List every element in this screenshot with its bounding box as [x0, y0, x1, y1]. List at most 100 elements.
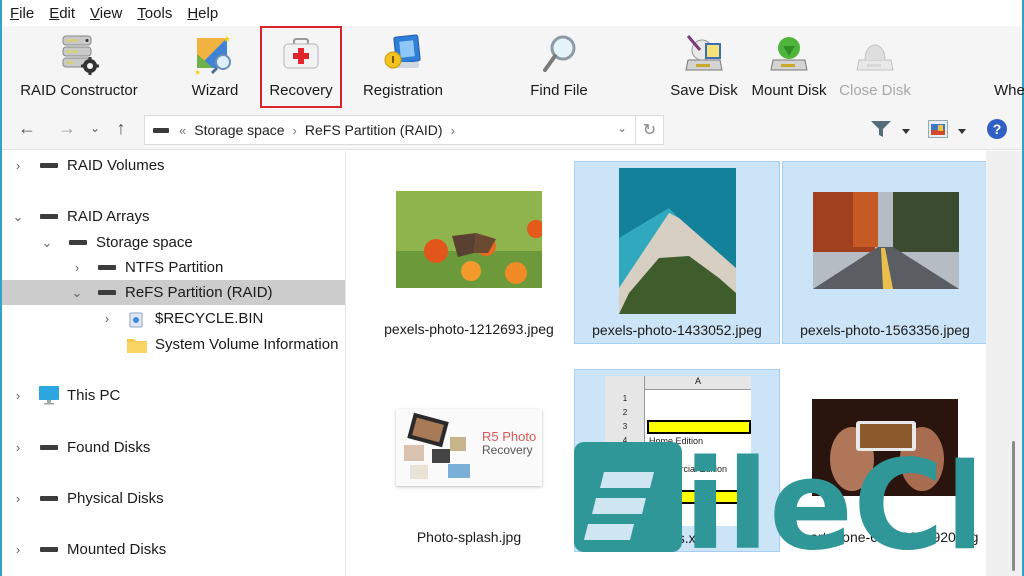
tree-label: This PC — [67, 387, 121, 404]
vertical-scrollbar[interactable] — [986, 151, 1022, 576]
wizard-label: Wizard — [191, 82, 239, 99]
chevron-right-icon[interactable]: › — [10, 542, 26, 557]
tree-item-refs-partition[interactable]: ⌄ ReFS Partition (RAID) — [2, 280, 345, 305]
recovery-label: Recovery — [269, 82, 333, 99]
wizard-button[interactable]: ★ ★ Wizard — [184, 28, 246, 106]
view-tools: ? — [870, 118, 1008, 145]
tree-label: Mounted Disks — [67, 541, 167, 558]
raid-constructor-button[interactable]: RAID Constructor — [16, 28, 142, 106]
tree-item-recycle-bin[interactable]: › $RECYCLE.BIN — [2, 306, 345, 331]
tree-label: RAID Arrays — [67, 208, 150, 225]
address-bar[interactable]: « Storage space › ReFS Partition (RAID) … — [144, 115, 664, 145]
view-mode-dropdown-icon[interactable] — [958, 129, 966, 134]
tree-item-raid-volumes[interactable]: › RAID Volumes — [2, 153, 345, 178]
computer-icon — [38, 385, 60, 410]
file-name: Photo-splash.jpg — [416, 529, 522, 545]
truncated-toolbar-label: Whe — [994, 82, 1024, 99]
file-item[interactable]: smartphone-623722_1920.jpg — [782, 369, 988, 552]
up-arrow-icon[interactable]: ↑ — [110, 118, 132, 139]
tree-item-mounted-disks[interactable]: › Mounted Disks — [2, 537, 345, 562]
menu-edit[interactable]: Edit — [49, 5, 75, 22]
scrollbar-thumb[interactable] — [1012, 441, 1015, 571]
tree-item-raid-arrays[interactable]: ⌄ RAID Arrays — [2, 204, 345, 229]
chevron-right-icon[interactable]: › — [69, 260, 85, 275]
tree-item-system-volume-information[interactable]: System Volume Information — [2, 332, 345, 357]
chevron-right-icon[interactable]: › — [99, 311, 115, 326]
thumbnail-butterfly — [396, 191, 542, 288]
chevron-right-icon[interactable]: › — [10, 491, 26, 506]
address-dropdown-icon[interactable]: ⌄ — [617, 121, 627, 135]
chevron-down-icon[interactable]: ⌄ — [39, 235, 55, 251]
refresh-icon[interactable]: ↻ — [635, 116, 663, 144]
breadcrumb-separator[interactable]: › — [451, 123, 455, 138]
breadcrumb-storage-space[interactable]: Storage space — [194, 122, 284, 138]
recycle-bin-icon — [128, 310, 144, 333]
menu-tools[interactable]: Tools — [137, 5, 172, 22]
find-file-button[interactable]: Find File — [522, 28, 596, 106]
file-item[interactable]: pexels-photo-1212693.jpeg — [366, 161, 572, 344]
drive-icon — [40, 445, 58, 450]
drive-icon — [98, 265, 116, 270]
truncated-toolbar-button[interactable]: Whe — [994, 28, 1024, 106]
tree-label: Storage space — [96, 234, 193, 251]
thumbnail-smartphone — [812, 399, 958, 496]
tree-item-found-disks[interactable]: › Found Disks — [2, 435, 345, 460]
svg-text:?: ? — [993, 121, 1002, 137]
drive-icon — [40, 496, 58, 501]
sheet-cell: …dition — [649, 450, 680, 460]
back-arrow-icon[interactable]: ← — [16, 118, 38, 139]
mount-disk-button[interactable]: Mount Disk — [748, 28, 830, 106]
file-item[interactable]: pexels-photo-1563356.jpeg — [782, 161, 988, 344]
drive-icon — [98, 290, 116, 295]
filter-icon[interactable] — [870, 119, 892, 144]
overflow-chevron[interactable]: « — [179, 123, 186, 138]
tree-label: NTFS Partition — [125, 259, 224, 276]
history-chevron-down-icon[interactable]: ⌄ — [84, 121, 106, 135]
help-icon[interactable]: ? — [986, 118, 1008, 145]
splash-subtitle: Recovery — [482, 443, 533, 457]
chevron-down-icon[interactable]: ⌄ — [10, 209, 26, 225]
tree-item-physical-disks[interactable]: › Physical Disks — [2, 486, 345, 511]
forward-arrow-icon[interactable]: → — [56, 118, 78, 139]
breadcrumb-separator[interactable]: › — [293, 123, 297, 138]
menu-file[interactable]: File — [10, 5, 34, 22]
file-item[interactable]: R5 Photo Recovery Photo-splash.jpg — [366, 369, 572, 552]
splash-title: R5 Photo — [482, 429, 537, 444]
tree-item-this-pc[interactable]: › This PC — [2, 383, 345, 408]
registration-icon — [381, 32, 425, 76]
chevron-right-icon[interactable]: › — [10, 440, 26, 455]
save-disk-button[interactable]: Save Disk — [670, 28, 738, 106]
chevron-down-icon[interactable]: ⌄ — [69, 285, 85, 301]
file-name: …rices.xlsx — [641, 530, 713, 546]
highlighted-cell — [647, 490, 751, 504]
registration-button[interactable]: Registration — [358, 28, 448, 106]
close-disk-label: Close Disk — [839, 82, 911, 99]
filter-dropdown-icon[interactable] — [902, 129, 910, 134]
file-name: smartphone-623722_1920.jpg — [791, 529, 979, 545]
tree-label: $RECYCLE.BIN — [155, 310, 264, 327]
drive-icon — [40, 547, 58, 552]
menu-help[interactable]: Help — [187, 5, 218, 22]
sheet-cell: …dition — [649, 506, 680, 516]
chevron-right-icon[interactable]: › — [10, 388, 26, 403]
close-disk-button[interactable]: Close Disk — [838, 28, 912, 106]
tree-label: ReFS Partition (RAID) — [125, 284, 273, 301]
tree-label: Physical Disks — [67, 490, 164, 507]
tree-item-storage-space[interactable]: ⌄ Storage space — [2, 230, 345, 255]
menu-bar: File Edit View Tools Help — [2, 0, 1022, 26]
file-item[interactable]: A 123456789 Home Edition …dition Commerc… — [574, 369, 780, 552]
tree-item-ntfs-partition[interactable]: › NTFS Partition — [2, 255, 345, 280]
raid-constructor-icon — [57, 32, 101, 76]
folder-icon — [126, 336, 148, 359]
thumbnail-autumn-road — [813, 192, 959, 289]
save-disk-icon — [682, 32, 726, 76]
menu-view[interactable]: View — [90, 5, 122, 22]
thumbnail-photo-splash: R5 Photo Recovery — [396, 409, 542, 486]
view-mode-icon[interactable] — [928, 120, 948, 143]
drive-icon — [153, 127, 169, 133]
breadcrumb-refs-partition[interactable]: ReFS Partition (RAID) — [305, 122, 443, 138]
recovery-button[interactable]: Recovery — [260, 26, 342, 108]
find-file-label: Find File — [530, 82, 588, 99]
chevron-right-icon[interactable]: › — [10, 158, 26, 173]
file-item[interactable]: pexels-photo-1433052.jpeg — [574, 161, 780, 344]
